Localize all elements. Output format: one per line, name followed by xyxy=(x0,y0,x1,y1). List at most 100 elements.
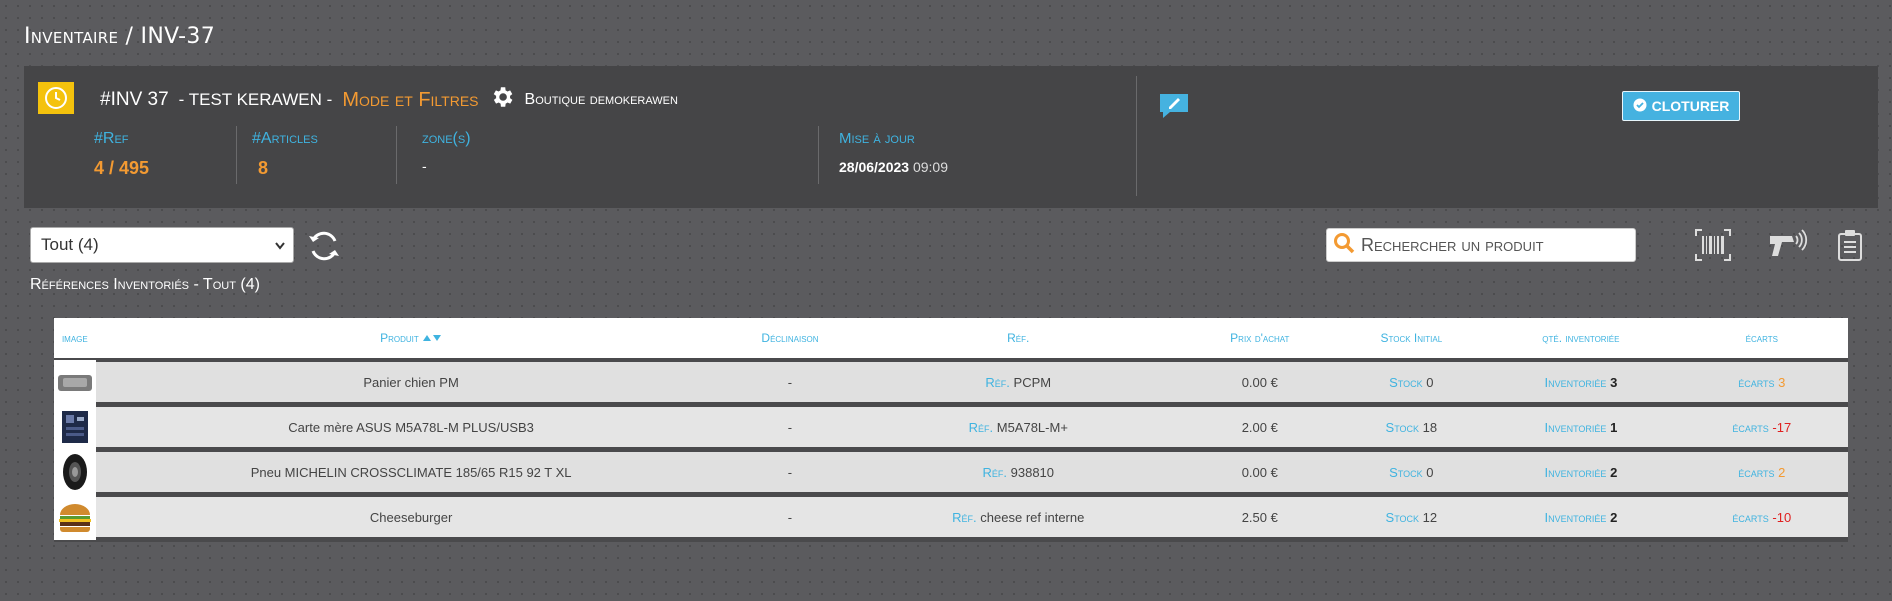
product-name: Carte mère ASUS M5A78L-M PLUS/USB3 xyxy=(288,419,534,435)
sort-icon[interactable] xyxy=(422,331,442,345)
ref-value: M5A78L-M+ xyxy=(996,419,1068,435)
declinaison: - xyxy=(787,419,793,435)
refresh-icon[interactable] xyxy=(306,228,342,269)
purchase-price: 2.00 € xyxy=(1241,419,1278,435)
ref-prefix: Réf. xyxy=(952,509,977,525)
initial-stock: Stock 0 xyxy=(1337,375,1487,390)
inventory-header-panel: #INV 37 - TEST KERAWEN - Mode et Filtres… xyxy=(24,66,1878,208)
stat-zone-label: zone(s) xyxy=(422,130,471,147)
divider xyxy=(396,126,397,184)
qty-inventoried: Inventoriée 3 xyxy=(1486,375,1675,390)
divider xyxy=(236,126,237,184)
ecart: écarts 2 xyxy=(1676,465,1848,480)
mode-filters-link[interactable]: Mode et Filtres xyxy=(342,89,478,112)
initial-stock: Stock 12 xyxy=(1337,510,1487,525)
filter-selected-value: Tout (4) xyxy=(41,235,99,254)
col-image: image xyxy=(61,331,88,345)
cloturer-button[interactable]: CLOTURER xyxy=(1622,91,1740,121)
product-name: Cheeseburger xyxy=(369,509,453,525)
declinaison: - xyxy=(787,509,793,525)
product-thumbnail xyxy=(54,449,96,495)
reference: Réf. cheese ref interne xyxy=(853,510,1183,525)
clock-icon xyxy=(38,82,74,114)
ecart: écarts -17 xyxy=(1676,420,1848,435)
cloturer-label: CLOTURER xyxy=(1651,98,1730,114)
stat-articles-value: 8 xyxy=(258,158,269,178)
search-placeholder: Rechercher un produit xyxy=(1361,234,1544,255)
col-declinaison: Déclinaison xyxy=(761,331,819,345)
qty-inventoried: Inventoriée 2 xyxy=(1486,510,1675,525)
scanner-gun-icon[interactable] xyxy=(1766,228,1808,267)
ref-prefix: Réf. xyxy=(982,464,1007,480)
stat-ref: #Ref 4 / 495 xyxy=(94,130,149,179)
ecart-prefix: écarts xyxy=(1738,374,1775,390)
stock-prefix: Stock xyxy=(1385,509,1420,525)
ecart-prefix: écarts xyxy=(1732,419,1769,435)
page-title: Inventaire / INV-37 xyxy=(24,24,215,49)
shop-name: Boutique demokerawen xyxy=(524,91,678,108)
col-qte: qté. inventoriée xyxy=(1542,331,1620,345)
reference: Réf. 938810 xyxy=(853,465,1183,480)
stat-update: Mise à jour 28/06/2023 09:09 xyxy=(839,130,948,175)
declinaison: - xyxy=(787,374,793,390)
stock-value: 0 xyxy=(1426,374,1434,390)
inv-prefix: Inventoriée xyxy=(1544,419,1607,435)
stat-articles: #Articles 8 xyxy=(252,130,318,179)
product-name: Panier chien PM xyxy=(363,374,459,390)
stat-articles-label: #Articles xyxy=(252,130,318,147)
reference: Réf. PCPM xyxy=(853,375,1183,390)
ecart: écarts 3 xyxy=(1676,375,1848,390)
gear-icon[interactable] xyxy=(489,84,515,116)
qty-inventoried: Inventoriée 1 xyxy=(1486,420,1675,435)
reference: Réf. M5A78L-M+ xyxy=(853,420,1183,435)
search-input[interactable]: Rechercher un produit xyxy=(1326,228,1636,262)
stock-value: 12 xyxy=(1422,509,1438,525)
col-ref: Réf. xyxy=(1007,331,1030,345)
stock-prefix: Stock xyxy=(1389,374,1423,390)
ref-value: cheese ref interne xyxy=(980,509,1085,525)
col-ecarts: écarts xyxy=(1745,331,1778,345)
clipboard-list-icon[interactable] xyxy=(1836,228,1866,267)
stat-zone-value: - xyxy=(422,158,427,174)
ecart-prefix: écarts xyxy=(1732,509,1769,525)
inventory-name: - TEST KERAWEN - xyxy=(178,90,333,109)
section-subtitle: Références Inventoriés - Tout (4) xyxy=(30,276,260,293)
stat-update-value: 28/06/2023 09:09 xyxy=(839,159,948,175)
table-row[interactable]: Panier chien PM - Réf. PCPM 0.00 € Stock… xyxy=(54,359,1848,407)
stat-zone: zone(s) - xyxy=(422,130,471,174)
stat-ref-value: 4 / 495 xyxy=(94,158,150,178)
col-produit[interactable]: Produit xyxy=(96,331,727,345)
filter-select[interactable]: Tout (4) xyxy=(30,227,294,263)
inventory-table: image Produit Déclinaison Réf. Prix d'ac… xyxy=(54,318,1848,542)
table-row[interactable]: Pneu MICHELIN CROSSCLIMATE 185/65 R15 92… xyxy=(54,449,1848,497)
stock-value: 0 xyxy=(1426,464,1434,480)
update-time: 09:09 xyxy=(912,159,949,175)
chevron-down-icon xyxy=(275,235,285,255)
table-row[interactable]: Carte mère ASUS M5A78L-M PLUS/USB3 - Réf… xyxy=(54,404,1848,452)
product-name: Pneu MICHELIN CROSSCLIMATE 185/65 R15 92… xyxy=(250,464,572,480)
inv-value: 3 xyxy=(1610,374,1618,390)
table-header: image Produit Déclinaison Réf. Prix d'ac… xyxy=(54,318,1848,362)
inv-prefix: Inventoriée xyxy=(1544,464,1607,480)
inv-value: 2 xyxy=(1610,509,1618,525)
divider xyxy=(818,126,819,184)
ref-value: PCPM xyxy=(1013,374,1052,390)
table-row[interactable]: Cheeseburger - Réf. cheese ref interne 2… xyxy=(54,494,1848,542)
ref-prefix: Réf. xyxy=(968,419,994,435)
check-circle-icon xyxy=(1633,98,1647,115)
initial-stock: Stock 18 xyxy=(1337,420,1487,435)
ecart-value: 3 xyxy=(1778,374,1786,390)
col-produit-label: Produit xyxy=(380,331,419,345)
col-prix: Prix d'achat xyxy=(1230,331,1290,345)
purchase-price: 2.50 € xyxy=(1241,509,1278,525)
col-stock: Stock Initial xyxy=(1380,331,1443,345)
stock-prefix: Stock xyxy=(1389,464,1423,480)
initial-stock: Stock 0 xyxy=(1337,465,1487,480)
inv-prefix: Inventoriée xyxy=(1544,509,1607,525)
inventory-title: #INV 37 - TEST KERAWEN - Mode et Filtres… xyxy=(100,84,678,116)
comment-icon[interactable] xyxy=(1158,92,1190,127)
purchase-price: 0.00 € xyxy=(1241,374,1278,390)
inventory-number: #INV 37 xyxy=(100,89,169,110)
declinaison: - xyxy=(787,464,793,480)
barcode-icon[interactable] xyxy=(1694,228,1732,267)
